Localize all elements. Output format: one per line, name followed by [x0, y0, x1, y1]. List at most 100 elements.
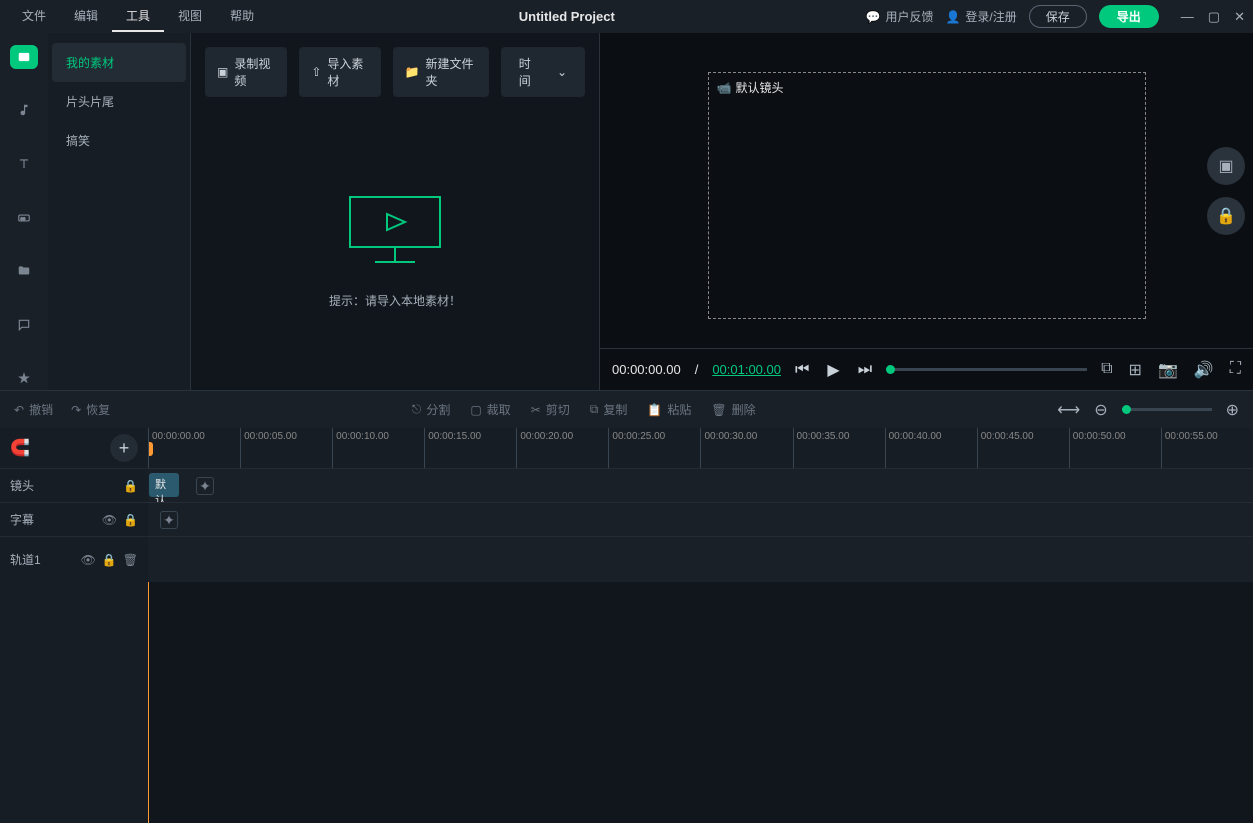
time-separator: /	[695, 362, 699, 377]
scissors-icon: ✂	[531, 403, 541, 417]
crop-tool-button[interactable]: ▣	[1207, 147, 1245, 185]
tick-7: 00:00:35.00	[793, 428, 885, 468]
edit-center-group: ⎋分割 ▢裁取 ✂ 剪切 ⧉复制 📋粘贴 🗑删除	[110, 401, 1057, 418]
volume-icon[interactable]: 🔊	[1194, 360, 1214, 380]
undo-icon: ↶	[14, 403, 24, 417]
sort-dropdown[interactable]: 时间 ⌄	[501, 47, 585, 97]
zoom-slider[interactable]	[1122, 408, 1212, 411]
trash-icon: 🗑	[711, 403, 726, 417]
login-label: 登录/注册	[965, 8, 1016, 25]
import-button[interactable]: ⇧ 导入素材	[299, 47, 380, 97]
login-button[interactable]: 👤 登录/注册	[945, 8, 1016, 25]
menu-help[interactable]: 帮助	[216, 1, 268, 32]
preview-canvas[interactable]: 📹 默认镜头 ▣ 🔒	[600, 33, 1253, 348]
tick-9: 00:00:45.00	[977, 428, 1069, 468]
next-frame-button[interactable]: ⏭	[858, 361, 872, 379]
record-label: 录制视频	[234, 55, 275, 89]
comment-tab-icon[interactable]	[10, 313, 38, 337]
play-controls: ⏮ ▶ ⏭	[795, 360, 872, 380]
menu-edit[interactable]: 编辑	[60, 1, 112, 32]
redo-button[interactable]: ↷ 恢复	[71, 401, 110, 418]
copy-button[interactable]: ⧉复制	[590, 401, 628, 418]
lock-track-icon[interactable]: 🔒	[123, 479, 138, 493]
preview-right-icons: ⧉ ⊞ 📷 🔊 ⛶	[1101, 360, 1241, 380]
maximize-button[interactable]: ▢	[1208, 9, 1220, 25]
cut-label: 剪切	[546, 401, 570, 418]
monitor-play-icon	[345, 192, 445, 272]
folder-tab-icon[interactable]	[10, 259, 38, 283]
eye-icon[interactable]: 👁	[102, 513, 117, 527]
svg-text:cc: cc	[21, 215, 26, 220]
project-title: Untitled Project	[268, 9, 865, 24]
undo-button[interactable]: ↶撤销	[14, 401, 53, 418]
fullscreen-icon[interactable]: ⛶	[1230, 360, 1241, 380]
zoom-in-button[interactable]: ⊕	[1226, 400, 1239, 420]
screenshot-icon[interactable]: ⧉	[1101, 360, 1112, 380]
category-funny[interactable]: 搞笑	[48, 121, 190, 160]
camera-icon: ▣	[217, 65, 228, 79]
crop-button[interactable]: ▢裁取	[470, 401, 510, 418]
eye2-icon[interactable]: 👁	[81, 553, 96, 567]
split-label: 分割	[426, 401, 450, 418]
time-ruler[interactable]: 00:00:00.00 00:00:05.00 00:00:10.00 00:0…	[148, 428, 1253, 468]
play-button[interactable]: ▶	[827, 360, 839, 380]
menu-file[interactable]: 文件	[8, 1, 60, 32]
clip-default[interactable]: 默认	[149, 473, 179, 497]
add-marker-shot[interactable]: ✦	[196, 477, 214, 495]
lock-tool-button[interactable]: 🔒	[1207, 197, 1245, 235]
record-button[interactable]: ▣ 录制视频	[205, 47, 287, 97]
progress-handle[interactable]	[886, 365, 895, 374]
preview-panel: 📹 默认镜头 ▣ 🔒 00:00:00.00 / 00:01:00.00 ⏮ ▶…	[599, 33, 1253, 390]
paste-button[interactable]: 📋粘贴	[647, 401, 691, 418]
delete-button[interactable]: 🗑删除	[711, 401, 755, 418]
lock-track2-icon[interactable]: 🔒	[123, 513, 138, 527]
effects-tab-icon[interactable]	[10, 366, 38, 390]
split-button[interactable]: ⎋分割	[412, 401, 451, 418]
track-subtitle-label: 字幕	[10, 511, 34, 528]
grid-icon[interactable]: ⊞	[1129, 360, 1142, 380]
icon-rail: cc	[0, 33, 48, 390]
menu-view[interactable]: 视图	[164, 1, 216, 32]
track-row-shot[interactable]: 默认 ✦	[148, 468, 1253, 502]
cut-button[interactable]: ✂ 剪切	[531, 401, 570, 418]
prev-frame-button[interactable]: ⏮	[795, 361, 809, 379]
trash2-icon[interactable]: 🗑	[123, 553, 138, 567]
export-button[interactable]: 导出	[1099, 5, 1159, 28]
edit-toolbar: ↶撤销 ↷ 恢复 ⎋分割 ▢裁取 ✂ 剪切 ⧉复制 📋粘贴 🗑删除 ⟷ ⊖ ⊕	[0, 390, 1253, 428]
feedback-button[interactable]: 💬 用户反馈	[866, 8, 934, 25]
redo-icon: ↷	[71, 403, 81, 417]
lock3-icon[interactable]: 🔒	[102, 553, 117, 567]
total-time[interactable]: 00:01:00.00	[712, 362, 781, 377]
audio-tab-icon[interactable]	[10, 99, 38, 123]
progress-slider[interactable]	[886, 368, 1087, 371]
redo-label: 恢复	[86, 401, 110, 418]
snapshot-icon[interactable]: 📷	[1158, 360, 1178, 380]
minimize-button[interactable]: —	[1181, 9, 1194, 25]
paste-icon: 📋	[647, 403, 662, 417]
track-shot-label: 镜头	[10, 477, 34, 494]
magnet-icon[interactable]: 🧲	[10, 438, 30, 458]
text-tab-icon[interactable]	[10, 152, 38, 176]
category-my-media[interactable]: 我的素材	[52, 43, 186, 82]
close-button[interactable]: ✕	[1234, 9, 1245, 25]
zoom-out-button[interactable]: ⊖	[1094, 400, 1107, 420]
media-tab-icon[interactable]	[10, 45, 38, 69]
new-folder-button[interactable]: 📁 新建文件夹	[393, 47, 489, 97]
tick-8: 00:00:40.00	[885, 428, 977, 468]
category-intro-outro[interactable]: 片头片尾	[48, 82, 190, 121]
canvas-frame[interactable]: 📹 默认镜头	[708, 72, 1146, 319]
zoom-handle[interactable]	[1122, 405, 1131, 414]
fit-width-icon[interactable]: ⟷	[1057, 400, 1080, 420]
menu-tools[interactable]: 工具	[112, 1, 164, 32]
track-area[interactable]: 00:00:00.00 00:00:05.00 00:00:10.00 00:0…	[148, 428, 1253, 823]
save-button[interactable]: 保存	[1029, 5, 1087, 28]
track-row-subtitle[interactable]: ✦	[148, 502, 1253, 536]
caption-tab-icon[interactable]: cc	[10, 206, 38, 230]
import-label: 导入素材	[327, 55, 368, 89]
crop-icon: ▣	[1218, 156, 1233, 176]
add-marker-subtitle[interactable]: ✦	[160, 511, 178, 529]
user-icon: 👤	[945, 10, 960, 24]
track-row-track1[interactable]	[148, 536, 1253, 582]
chevron-down-icon: ⌄	[557, 65, 567, 79]
add-track-button[interactable]: +	[110, 434, 138, 462]
